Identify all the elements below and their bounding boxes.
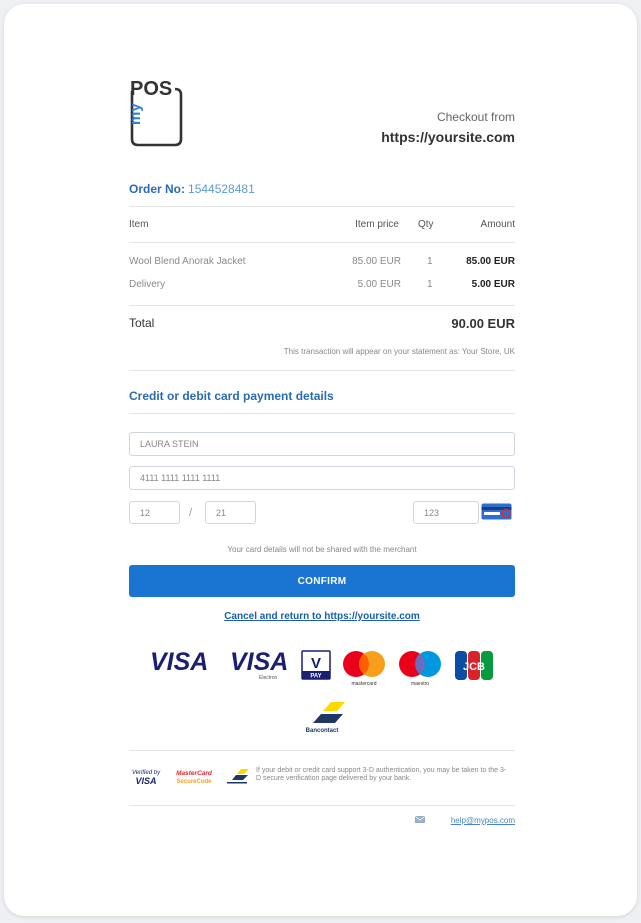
divider [129,242,515,243]
maestro-sub: maestro [411,681,429,687]
divider [129,805,515,806]
divider [129,370,515,371]
mc-secure-line2: SecureCode [176,779,212,785]
total-label: Total [129,316,155,330]
order-number-value: 1544528481 [188,182,255,196]
expiry-year-input[interactable] [205,501,256,524]
cardholder-name-input[interactable] [129,432,515,456]
bancontact-sub: Bancontact [306,728,339,734]
order-number: Order No: 1544528481 [129,182,255,196]
row-item-name: Wool Blend Anorak Jacket [129,256,246,267]
divider [129,413,515,414]
vpay-sub: PAY [310,674,321,680]
bancontact-secure-logo [225,769,249,784]
column-header-item: Item [129,219,149,230]
row-item-qty: 1 [427,256,433,267]
order-label: Order No: [129,182,186,196]
row-item-qty: 1 [427,279,433,290]
visa-electron-sub: Electron [259,675,278,681]
cvc-card-icon [481,503,512,520]
maestro-logo: maestro [399,651,441,687]
visa-logo: VISA [150,648,209,676]
row-item-amount: 5.00 EUR [471,279,515,290]
logo-text-my: my [129,103,144,125]
privacy-note: Your card details will not be shared wit… [227,545,417,554]
total-amount: 90.00 EUR [451,316,515,331]
mastercard-sub: mastercard [351,681,376,687]
statement-note: This transaction will appear on your sta… [283,347,515,356]
row-item-price: 5.00 EUR [357,279,401,290]
column-header-amount: Amount [480,219,515,230]
divider [129,305,515,306]
mastercard-logo: mastercard [343,651,385,687]
payment-section-title: Credit or debit card payment details [129,389,334,403]
row-item-price: 85.00 EUR [352,256,401,267]
cancel-return-link[interactable]: Cancel and return to https://yoursite.co… [129,611,515,622]
divider [129,750,515,751]
logo-text-pos: POS [130,78,172,100]
divider [129,206,515,207]
checkout-from-label: Checkout from [436,110,515,124]
cvc-input[interactable] [413,501,479,524]
row-item-amount: 85.00 EUR [466,256,515,267]
mc-secure-line1: MasterCard [176,770,213,777]
column-header-item-price: Item price [355,219,399,230]
column-header-qty: Qty [418,219,434,230]
verified-visa-text: VISA [135,776,156,786]
mail-icon [415,816,425,823]
expiry-month-input[interactable] [129,501,180,524]
vpay-logo: V PAY [301,650,331,680]
bancontact-logo: Bancontact [299,702,345,734]
merchant-site: https://yoursite.com [381,129,515,145]
verified-by-visa-logo: Verified by VISA [132,770,161,786]
3d-secure-info: If your debit or credit card support 3-D… [256,767,507,782]
vpay-letter: V [311,655,321,672]
row-item-name: Delivery [129,279,166,290]
mypos-logo: POS my [129,78,183,147]
mastercard-securecode-logo: MasterCard SecureCode [176,770,213,785]
confirm-button[interactable]: CONFIRM [129,565,515,597]
jcb-text: JCB [463,661,485,673]
help-email-link[interactable]: help@mypos.com [451,816,515,825]
visa-electron-logo: VISA [230,648,289,676]
jcb-logo: JCB [455,651,493,680]
expiry-separator: / [189,507,193,519]
card-number-input[interactable] [129,466,515,490]
